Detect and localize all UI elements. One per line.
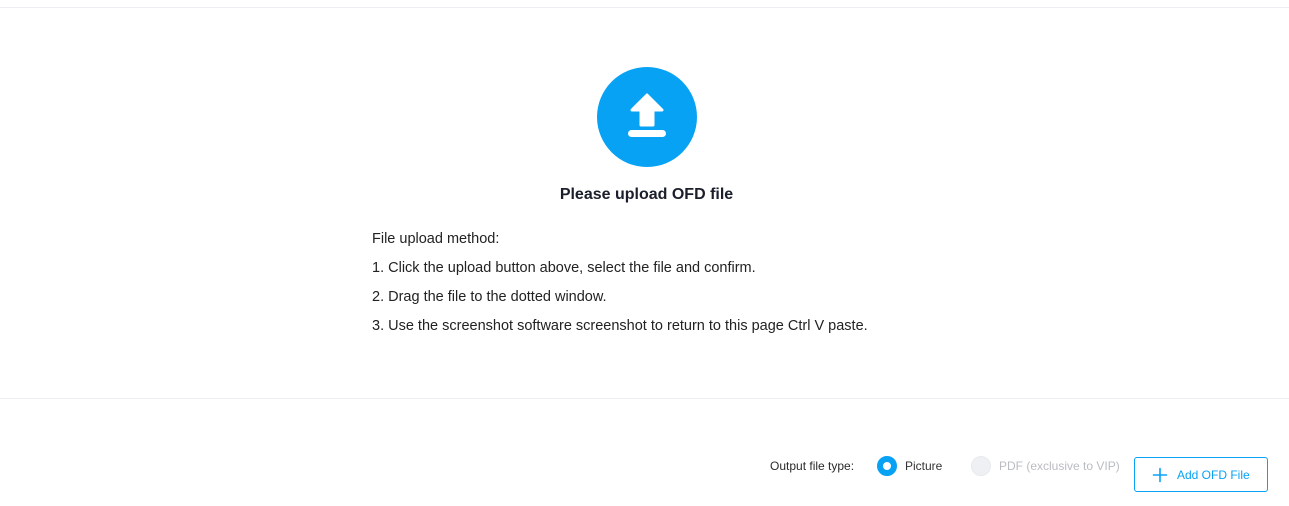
instruction-step: 1. Click the upload button above, select…: [372, 260, 756, 276]
output-picture-radio[interactable]: [877, 456, 897, 476]
instruction-step: 2. Drag the file to the dotted window.: [372, 289, 607, 305]
upload-icon: [628, 93, 666, 137]
upload-instructions: File upload method: 1. Click the upload …: [372, 230, 868, 346]
output-pdf-label[interactable]: PDF (exclusive to VIP): [999, 459, 1120, 473]
plus-icon: [1152, 467, 1168, 483]
add-ofd-file-button[interactable]: Add OFD File: [1134, 457, 1268, 492]
output-pdf-radio[interactable]: [971, 456, 991, 476]
output-picture-label[interactable]: Picture: [905, 459, 942, 473]
instruction-step: 3. Use the screenshot software screensho…: [372, 318, 868, 334]
ofd-converter-page: Please upload OFD file File upload metho…: [0, 0, 1289, 506]
upload-title: Please upload OFD file: [559, 186, 734, 203]
output-type-label: Output file type:: [770, 459, 855, 473]
upload-button[interactable]: [597, 67, 697, 167]
add-ofd-file-label: Add OFD File: [1177, 468, 1250, 482]
instructions-heading: File upload method:: [372, 231, 500, 247]
section-divider: [0, 398, 1289, 399]
